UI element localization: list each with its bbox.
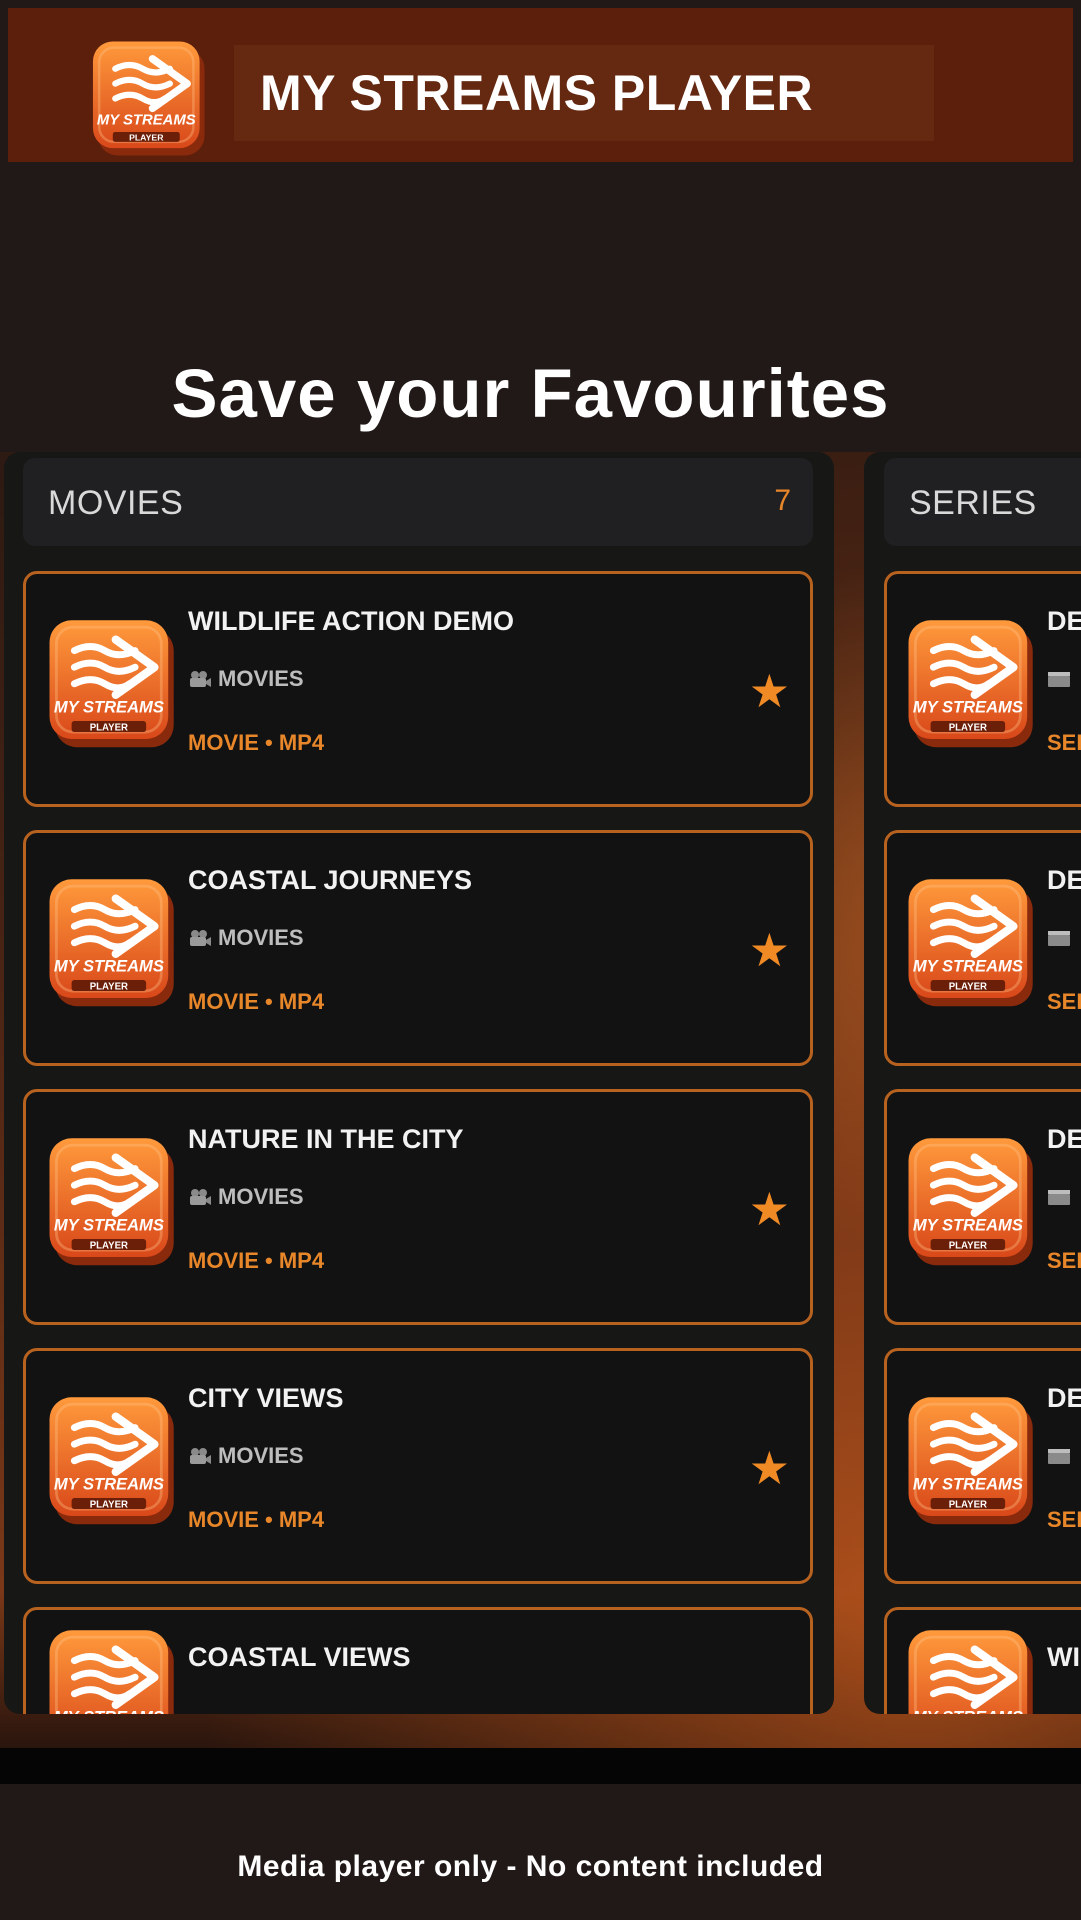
- series-title: WI: [1047, 1642, 1080, 1672]
- video-camera-icon: [190, 930, 211, 946]
- movies-panel-title: MOVIES: [48, 484, 184, 522]
- movie-thumbnail-logo-icon: [44, 1622, 182, 1714]
- movie-category-label: MOVIES: [218, 666, 304, 691]
- video-camera-icon: [190, 671, 211, 687]
- series-format: SER: [1047, 1507, 1081, 1532]
- movie-category-label: MOVIES: [218, 925, 304, 950]
- series-title: DE: [1047, 606, 1081, 636]
- movie-card[interactable]: CITY VIEWS MOVIES MOVIE • MP4 ★: [23, 1348, 813, 1584]
- star-icon[interactable]: ★: [749, 1445, 790, 1491]
- app-header: MY STREAMS PLAYER: [8, 8, 1073, 162]
- movie-category: MOVIES: [188, 1443, 304, 1469]
- movie-category: MOVIES: [188, 925, 304, 951]
- star-icon[interactable]: ★: [749, 668, 790, 714]
- series-title: DE: [1047, 1124, 1081, 1154]
- movie-card[interactable]: COASTAL JOURNEYS MOVIES MOVIE • MP4 ★: [23, 830, 813, 1066]
- movie-thumbnail-logo-icon: [44, 1389, 182, 1527]
- series-thumbnail-logo-icon: [903, 1622, 1041, 1714]
- series-card[interactable]: DE SER: [884, 571, 1081, 807]
- footer-disclaimer: Media player only - No content included: [237, 1850, 824, 1883]
- movies-favourites-panel: MOVIES 7 WILDLIFE ACTION DEMO MOVIES MOV…: [4, 452, 834, 1714]
- star-icon[interactable]: ★: [749, 1186, 790, 1232]
- movie-format: MOVIE • MP4: [188, 1507, 325, 1532]
- movie-format: MOVIE • MP4: [188, 730, 325, 755]
- movie-category: MOVIES: [188, 666, 304, 692]
- movie-title: WILDLIFE ACTION DEMO: [188, 606, 514, 636]
- series-format: SER: [1047, 730, 1081, 755]
- series-panel-title: SERIES: [909, 484, 1037, 522]
- series-title: DE: [1047, 1383, 1081, 1413]
- series-card[interactable]: DE SER: [884, 830, 1081, 1066]
- series-card[interactable]: DE SER: [884, 1089, 1081, 1325]
- clapperboard-icon: [1048, 1449, 1070, 1464]
- movie-category-label: MOVIES: [218, 1184, 304, 1209]
- movie-title: COASTAL JOURNEYS: [188, 865, 473, 895]
- video-camera-icon: [190, 1189, 211, 1205]
- movie-card[interactable]: COASTAL VIEWS: [23, 1607, 813, 1714]
- movies-count-badge: 7: [774, 484, 791, 517]
- movie-title: COASTAL VIEWS: [188, 1642, 411, 1672]
- movie-title: CITY VIEWS: [188, 1383, 344, 1413]
- movies-panel-header[interactable]: MOVIES 7: [23, 458, 813, 546]
- app-logo-icon: [88, 34, 212, 158]
- movie-title: NATURE IN THE CITY: [188, 1124, 464, 1154]
- movie-category-label: MOVIES: [218, 1443, 304, 1468]
- movie-card[interactable]: NATURE IN THE CITY MOVIES MOVIE • MP4 ★: [23, 1089, 813, 1325]
- movie-thumbnail-logo-icon: [44, 1130, 182, 1268]
- movie-thumbnail-logo-icon: [44, 612, 182, 750]
- series-thumbnail-logo-icon: [903, 871, 1041, 1009]
- series-format: SER: [1047, 1248, 1081, 1273]
- series-card[interactable]: WI: [884, 1607, 1081, 1714]
- promo-headline: Save your Favourites: [171, 355, 890, 432]
- clapperboard-icon: [1048, 931, 1070, 946]
- series-format: SER: [1047, 989, 1081, 1014]
- series-favourites-panel: SERIES DE SER DE SER DE SER DE SER WI: [864, 452, 1081, 1714]
- series-thumbnail-logo-icon: [903, 1389, 1041, 1527]
- movie-category: MOVIES: [188, 1184, 304, 1210]
- movie-thumbnail-logo-icon: [44, 871, 182, 1009]
- series-panel-header[interactable]: SERIES: [884, 458, 1081, 546]
- movie-format: MOVIE • MP4: [188, 1248, 325, 1273]
- movie-card[interactable]: WILDLIFE ACTION DEMO MOVIES MOVIE • MP4 …: [23, 571, 813, 807]
- divider-bar: [0, 1748, 1081, 1784]
- clapperboard-icon: [1048, 1190, 1070, 1205]
- series-card[interactable]: DE SER: [884, 1348, 1081, 1584]
- series-thumbnail-logo-icon: [903, 1130, 1041, 1268]
- clapperboard-icon: [1048, 672, 1070, 687]
- series-thumbnail-logo-icon: [903, 612, 1041, 750]
- series-title: DE: [1047, 865, 1081, 895]
- video-camera-icon: [190, 1448, 211, 1464]
- star-icon[interactable]: ★: [749, 927, 790, 973]
- app-title: MY STREAMS PLAYER: [260, 65, 814, 121]
- movie-format: MOVIE • MP4: [188, 989, 325, 1014]
